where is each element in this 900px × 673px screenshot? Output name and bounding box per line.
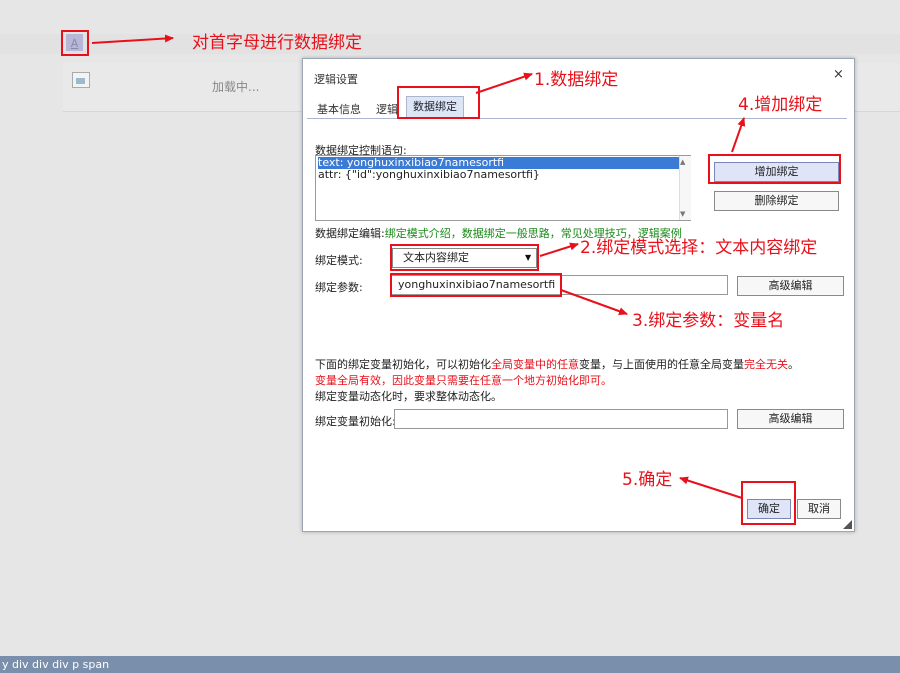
arrow-step5 — [679, 476, 743, 499]
annotation-step3: 3.绑定参数：变量名 — [632, 311, 785, 331]
arrow-step3 — [560, 289, 628, 316]
arrow-first-letter — [91, 34, 174, 44]
arrow-step2 — [539, 242, 579, 257]
annotation-first-letter: 对首字母进行数据绑定 — [192, 33, 362, 53]
arrow-step1 — [475, 72, 533, 94]
element-path-status-bar[interactable]: y div div div p span — [0, 656, 900, 673]
annotation-step2: 2.绑定模式选择：文本内容绑定 — [580, 238, 818, 258]
annotation-step4: 4.增加绑定 — [738, 95, 823, 115]
arrow-step4 — [731, 117, 746, 153]
annotation-step1: 1.数据绑定 — [534, 70, 619, 90]
annotation-step5: 5.确定 — [622, 470, 673, 490]
